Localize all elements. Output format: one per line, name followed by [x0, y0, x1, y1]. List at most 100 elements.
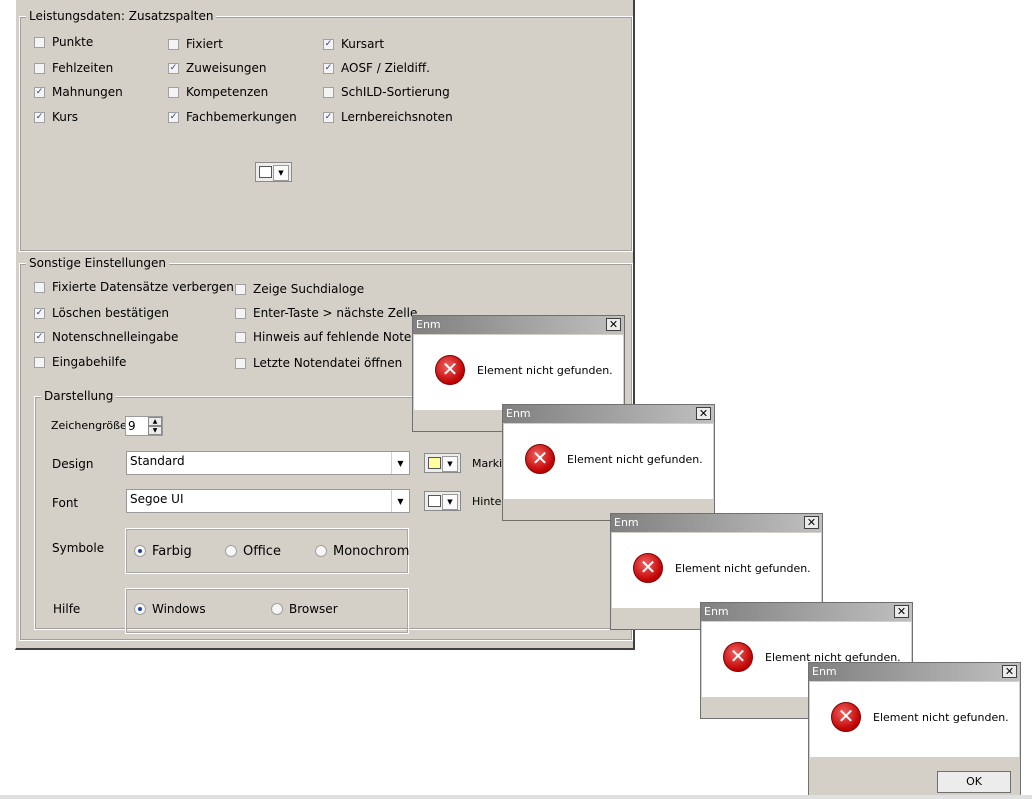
markie-color-picker[interactable]: ▼ [424, 453, 461, 473]
radio-dot[interactable] [225, 545, 237, 557]
darstellung-group-title: Darstellung [41, 388, 117, 404]
checkbox-fixiert[interactable]: Fixiert [168, 36, 223, 52]
checkbox-box[interactable]: ✓ [323, 38, 334, 50]
checkbox-hinweis-fehlende-noten[interactable]: Hinweis auf fehlende Noten [235, 329, 419, 345]
error-icon: ✕ [525, 444, 555, 474]
design-value: Standard [130, 454, 185, 468]
checkbox-mahnungen[interactable]: ✓ Mahnungen [34, 84, 123, 100]
checkbox-zeige-suchdialoge[interactable]: Zeige Suchdialoge [235, 281, 364, 297]
radio-dot[interactable] [134, 545, 146, 557]
color-swatch [259, 166, 272, 178]
error-icon: ✕ [633, 553, 663, 583]
checkbox-box[interactable] [235, 283, 246, 295]
checkbox-label: Eingabehilfe [52, 355, 127, 369]
radio-dot[interactable] [315, 545, 327, 557]
checkbox-zuweisungen[interactable]: ✓ Zuweisungen [168, 60, 266, 76]
hinter-color-picker[interactable]: ▼ [424, 491, 461, 511]
checkbox-box[interactable]: ✓ [168, 111, 179, 123]
hilfe-radio-panel: Windows Browser [125, 588, 409, 634]
checkbox-fachbemerkungen[interactable]: ✓ Fachbemerkungen [168, 109, 297, 125]
radio-farbig[interactable]: Farbig [134, 543, 192, 559]
chevron-down-icon[interactable]: ▼ [391, 452, 409, 474]
checkbox-kursart[interactable]: ✓ Kursart [323, 36, 384, 52]
checkbox-loeschen-bestaetigen[interactable]: ✓ Löschen bestätigen [34, 305, 169, 321]
checkbox-notenschnelleingabe[interactable]: ✓ Notenschnelleingabe [34, 329, 178, 345]
dialog-title: Enm [701, 603, 912, 621]
checkbox-box[interactable] [34, 281, 45, 293]
checkbox-box[interactable] [323, 86, 334, 98]
checkbox-letzte-notendatei[interactable]: Letzte Notendatei öffnen [235, 355, 402, 371]
checkbox-box[interactable] [235, 307, 246, 319]
radio-office[interactable]: Office [225, 543, 281, 559]
color-swatch [428, 457, 441, 469]
checkbox-box[interactable] [235, 357, 246, 369]
checkbox-fixierte-datensaetze[interactable]: Fixierte Datensätze verbergen [34, 279, 234, 295]
radio-label: Windows [152, 602, 206, 616]
checkbox-punkte[interactable]: Punkte [34, 34, 93, 50]
checkbox-label: SchILD-Sortierung [341, 85, 450, 99]
checkbox-box[interactable] [34, 36, 45, 48]
zeichengroesse-value: 9 [128, 419, 136, 433]
close-icon[interactable]: ✕ [894, 605, 909, 618]
checkbox-label: Zeige Suchdialoge [253, 282, 365, 296]
spin-down-icon[interactable]: ▼ [148, 426, 162, 435]
spin-up-icon[interactable]: ▲ [148, 417, 162, 426]
radio-label: Monochrom [333, 543, 410, 559]
dialog-body: ✕ Element nicht gefunden. [414, 335, 623, 410]
checkbox-box[interactable] [168, 38, 179, 50]
leistungsdaten-color-picker[interactable]: ▼ [255, 162, 292, 182]
checkbox-box[interactable] [34, 356, 45, 368]
checkbox-box[interactable] [168, 86, 179, 98]
checkbox-box[interactable]: ✓ [34, 86, 45, 98]
checkbox-box[interactable] [34, 62, 45, 74]
close-icon[interactable]: ✕ [1002, 665, 1017, 678]
checkbox-label: Fehlzeiten [52, 61, 114, 75]
checkbox-box[interactable]: ✓ [323, 111, 334, 123]
font-select[interactable]: Segoe UI ▼ [126, 489, 410, 513]
radio-dot[interactable] [271, 603, 283, 615]
checkbox-schild-sortierung[interactable]: SchILD-Sortierung [323, 84, 450, 100]
chevron-down-icon[interactable]: ▼ [442, 494, 458, 510]
checkbox-label: Fixiert [186, 37, 223, 51]
zeichengroesse-spinner[interactable]: 9 ▲ ▼ [125, 416, 163, 436]
checkbox-kurs[interactable]: ✓ Kurs [34, 109, 78, 125]
error-dialog: Enm ✕ ✕ Element nicht gefunden. [502, 404, 715, 521]
radio-browser[interactable]: Browser [271, 601, 338, 617]
checkbox-label: Enter-Taste > nächste Zelle [253, 306, 418, 320]
ok-button[interactable]: OK [937, 771, 1011, 793]
radio-dot[interactable] [134, 603, 146, 615]
symbole-label: Symbole [52, 541, 105, 555]
chevron-down-icon[interactable]: ▼ [442, 456, 458, 472]
checkbox-label: AOSF / Zieldiff. [341, 61, 430, 75]
chevron-down-icon[interactable]: ▼ [273, 165, 289, 181]
checkbox-box[interactable]: ✓ [34, 331, 45, 343]
dialog-body: ✕ Element nicht gefunden. [810, 682, 1019, 757]
dialog-message: Element nicht gefunden. [567, 453, 703, 466]
symbole-radio-panel: Farbig Office Monochrom [125, 528, 409, 574]
checkbox-label: Löschen bestätigen [52, 306, 170, 320]
close-icon[interactable]: ✕ [804, 516, 819, 529]
design-select[interactable]: Standard ▼ [126, 451, 410, 475]
radio-windows[interactable]: Windows [134, 601, 206, 617]
checkbox-kompetenzen[interactable]: Kompetenzen [168, 84, 268, 100]
radio-label: Browser [289, 602, 338, 616]
dialog-message: Element nicht gefunden. [873, 711, 1009, 724]
design-label: Design [52, 457, 94, 471]
checkbox-aosf[interactable]: ✓ AOSF / Zieldiff. [323, 60, 430, 76]
checkbox-enter-taste[interactable]: Enter-Taste > nächste Zelle [235, 305, 417, 321]
font-label: Font [52, 496, 79, 510]
checkbox-lernbereichsnoten[interactable]: ✓ Lernbereichsnoten [323, 109, 453, 125]
chevron-down-icon[interactable]: ▼ [391, 490, 409, 512]
checkbox-box[interactable]: ✓ [168, 62, 179, 74]
checkbox-label: Hinweis auf fehlende Noten [253, 330, 419, 344]
checkbox-box[interactable]: ✓ [323, 62, 334, 74]
close-icon[interactable]: ✕ [606, 318, 621, 331]
checkbox-eingabehilfe[interactable]: Eingabehilfe [34, 354, 126, 370]
checkbox-box[interactable] [235, 331, 246, 343]
hilfe-label: Hilfe [53, 602, 81, 616]
checkbox-box[interactable]: ✓ [34, 111, 45, 123]
close-icon[interactable]: ✕ [696, 407, 711, 420]
checkbox-box[interactable]: ✓ [34, 307, 45, 319]
checkbox-fehlzeiten[interactable]: Fehlzeiten [34, 60, 113, 76]
radio-monochrom[interactable]: Monochrom [315, 543, 409, 559]
